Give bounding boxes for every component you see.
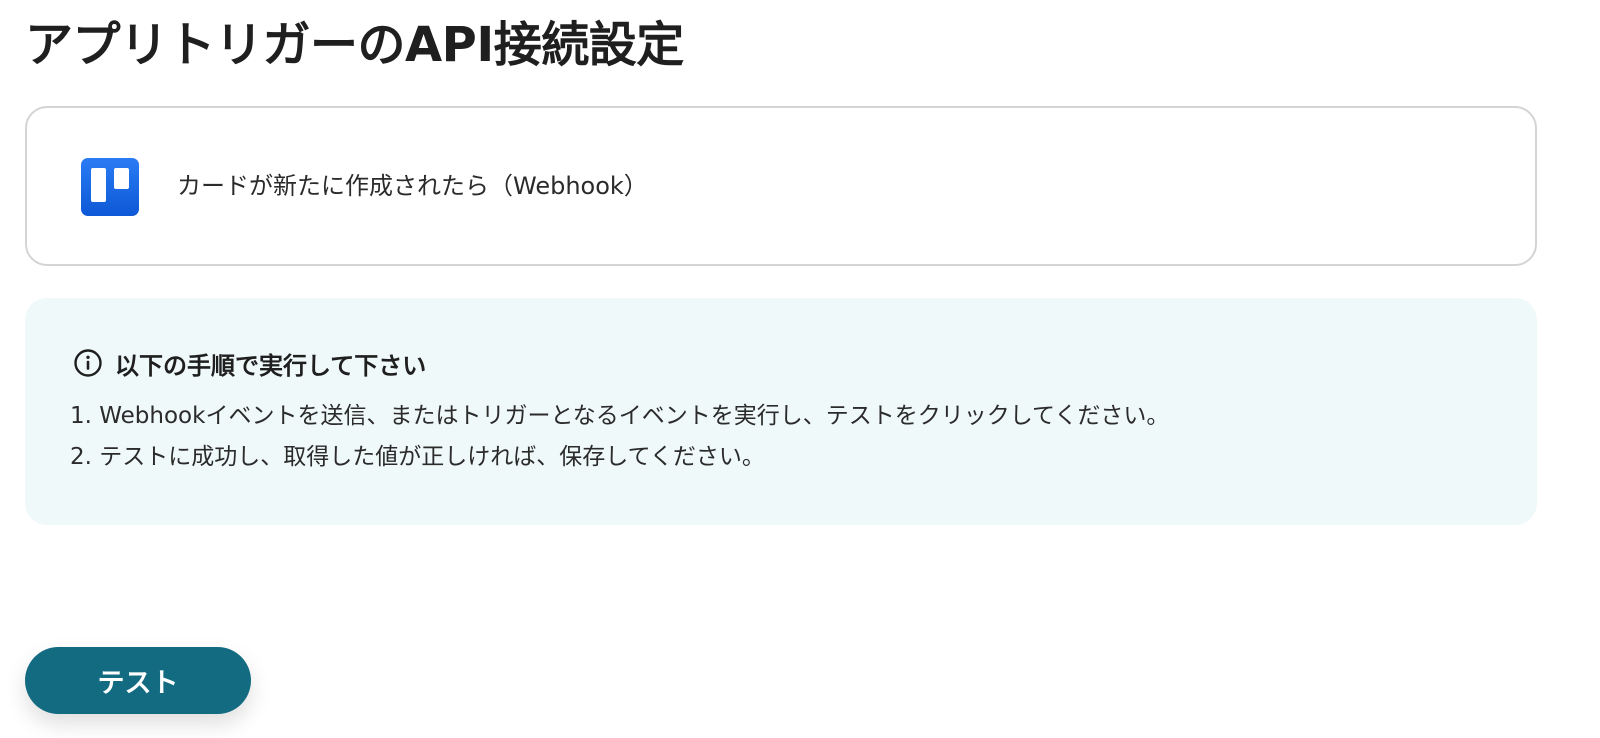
trigger-label: カードが新たに作成されたら（Webhook）	[177, 172, 648, 200]
instruction-step: 1. Webhookイベントを送信、またはトリガーとなるイベントを実行し、テスト…	[70, 403, 1170, 429]
page-title: アプリトリガーのAPI接続設定	[25, 17, 684, 73]
info-icon	[74, 349, 102, 377]
instructions-header: 以下の手順で実行して下さい	[73, 346, 426, 380]
instructions-list: 1. Webhookイベントを送信、またはトリガーとなるイベントを実行し、テスト…	[70, 396, 1169, 478]
instruction-step: 2. テストに成功し、取得した値が正しければ、保存してください。	[70, 444, 765, 470]
instructions-box: 以下の手順で実行して下さい 1. Webhookイベントを送信、またはトリガーと…	[25, 298, 1537, 525]
test-button[interactable]: テスト	[25, 647, 251, 714]
trello-icon	[81, 158, 139, 216]
trigger-card: カードが新たに作成されたら（Webhook）	[25, 106, 1537, 266]
api-connection-settings-page: アプリトリガーのAPI接続設定 カードが新たに作成されたら（Webhook） 以…	[0, 0, 1600, 738]
instructions-title: 以下の手順で実行して下さい	[115, 351, 427, 380]
